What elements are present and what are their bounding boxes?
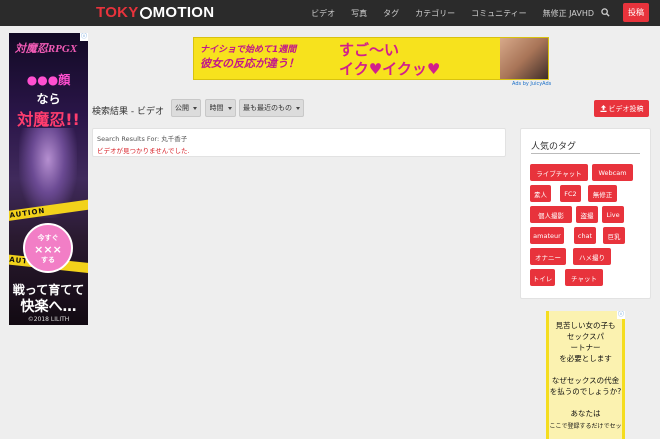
banner-photo <box>500 38 548 79</box>
nav-item-photo[interactable]: 写真 <box>343 8 375 19</box>
ad-text-line: を必要とします <box>559 354 612 363</box>
logo-text-part2: MOTION <box>152 4 215 21</box>
ad-text-line: を払うのでしょうか? <box>549 387 622 396</box>
main-nav: ビデオ 写真 タグ カテゴリー コミュニティー 無修正 JAVHD <box>303 0 602 26</box>
ad-text-line: セックスパ <box>566 332 605 341</box>
search-icon[interactable] <box>601 8 610 17</box>
ad-info-icon[interactable]: ⓘ <box>80 33 88 41</box>
tag-button[interactable]: FC2 <box>560 185 581 202</box>
tag-button[interactable]: 無修正 <box>588 185 617 202</box>
ad-cta-bottom: する <box>41 256 55 264</box>
ad-cta-circle[interactable]: 今すぐ ××× する <box>23 223 73 273</box>
divider <box>531 153 640 154</box>
tag-button[interactable]: 個人撮影 <box>530 206 572 223</box>
ad-game-logo: 対魔忍RPGX <box>14 43 78 55</box>
banner-right-2: イク♥イクッ♥ <box>339 60 441 78</box>
right-sidebar-ad[interactable]: ⓘ 見苦しい女の子も セックスパ ートナー を必要とします なぜセックスの代金 … <box>546 311 625 439</box>
tag-button[interactable]: 巨乳 <box>603 227 625 244</box>
caret-down-icon <box>193 106 197 110</box>
tag-button[interactable]: ライブチャット <box>530 164 588 181</box>
tag-button[interactable]: ハメ撮り <box>573 248 611 265</box>
tag-button[interactable]: amateur <box>530 227 564 244</box>
popular-tags-panel: 人気のタグ ライブチャット Webcam 素人 FC2 無修正 個人撮影 盗撮 … <box>520 128 651 299</box>
search-query-text: Search Results For: 丸千香子 <box>97 135 188 143</box>
filter-duration-dropdown[interactable]: 時間 <box>205 99 236 117</box>
ad-copyright: ©2018 LILITH <box>27 316 70 323</box>
caret-down-icon <box>227 106 232 110</box>
nav-item-video[interactable]: ビデオ <box>303 8 343 19</box>
tag-button[interactable]: トイレ <box>530 269 555 286</box>
nav-item-community[interactable]: コミュニティー <box>463 8 535 19</box>
dropdown-label: 公開 <box>175 104 189 112</box>
upload-video-button[interactable]: ビデオ投稿 <box>594 100 649 117</box>
tag-button[interactable]: 素人 <box>530 185 551 202</box>
popular-tags-title: 人気のタグ <box>531 142 577 152</box>
logo-text-part1: TOKY <box>96 4 139 21</box>
left-skyscraper-ad[interactable]: ⓘ 対魔忍RPGX ●●●顔 なら 対魔忍!! CAUTION CAUTION … <box>9 33 88 325</box>
ad-text-line: 見苦しい女の子も <box>555 321 616 330</box>
dropdown-label: 時間 <box>209 104 224 112</box>
tag-button[interactable]: Live <box>602 206 624 223</box>
ad-info-icon[interactable]: ⓘ <box>617 311 625 319</box>
ad-text-line: ここで登録するだけでセッ <box>549 423 622 430</box>
banner-left-text: ナイショで始めて1週間 彼女の反応が違う！ <box>200 43 299 71</box>
tag-button[interactable]: チャット <box>565 269 603 286</box>
search-results-panel: Search Results For: 丸千香子 ビデオが見つかりませんでした. <box>92 128 506 157</box>
ads-by-link[interactable]: Ads by JuicyAds <box>512 81 551 87</box>
tag-button[interactable]: オナニー <box>530 248 566 265</box>
dropdown-label: 最も最近のもの <box>243 104 292 112</box>
nav-item-javhd[interactable]: 無修正 JAVHD <box>535 8 602 19</box>
ad-headline-3: 対魔忍!! <box>17 110 80 129</box>
ad-headline-2: なら <box>36 92 61 106</box>
tag-button[interactable]: Webcam <box>592 164 633 181</box>
top-banner-ad[interactable]: ナイショで始めて1週間 彼女の反応が違う！ すご〜い イク♥イクッ♥ <box>193 37 549 80</box>
upload-icon <box>599 105 607 112</box>
ad-text-line: なぜセックスの代金 <box>551 376 620 385</box>
banner-line-1: ナイショで始めて1週間 <box>200 45 297 55</box>
banner-right-text: すご〜い イク♥イクッ♥ <box>339 41 440 79</box>
filter-publish-dropdown[interactable]: 公開 <box>171 99 201 117</box>
ad-cta-mid: ××× <box>34 243 62 256</box>
banner-line-2: 彼女の反応が違う！ <box>200 57 299 70</box>
tag-button[interactable]: chat <box>574 227 596 244</box>
tag-button[interactable]: 盗撮 <box>576 206 598 223</box>
upload-video-label: ビデオ投稿 <box>608 104 644 113</box>
site-logo[interactable]: TOKY MOTION <box>96 4 214 21</box>
sort-order-dropdown[interactable]: 最も最近のもの <box>239 99 304 117</box>
caret-down-icon <box>296 106 300 110</box>
banner-right-1: すご〜い <box>339 41 400 59</box>
nav-item-category[interactable]: カテゴリー <box>407 8 463 19</box>
top-navbar: TOKY MOTION ビデオ 写真 タグ カテゴリー コミュニティー 無修正 J… <box>0 0 660 26</box>
logo-o-icon <box>139 6 152 19</box>
no-results-message: ビデオが見つかりませんでした. <box>97 147 190 155</box>
nav-item-tags[interactable]: タグ <box>375 8 407 19</box>
ad-headline-1: ●●●顔 <box>26 73 71 87</box>
ad-tagline-2: 快楽へ… <box>20 299 77 315</box>
ad-text-line: ートナー <box>570 343 601 352</box>
post-button[interactable]: 投稿 <box>623 3 649 22</box>
page-title: 検索結果 - ビデオ <box>92 107 164 117</box>
ad-text-line: あなたは <box>570 409 601 418</box>
